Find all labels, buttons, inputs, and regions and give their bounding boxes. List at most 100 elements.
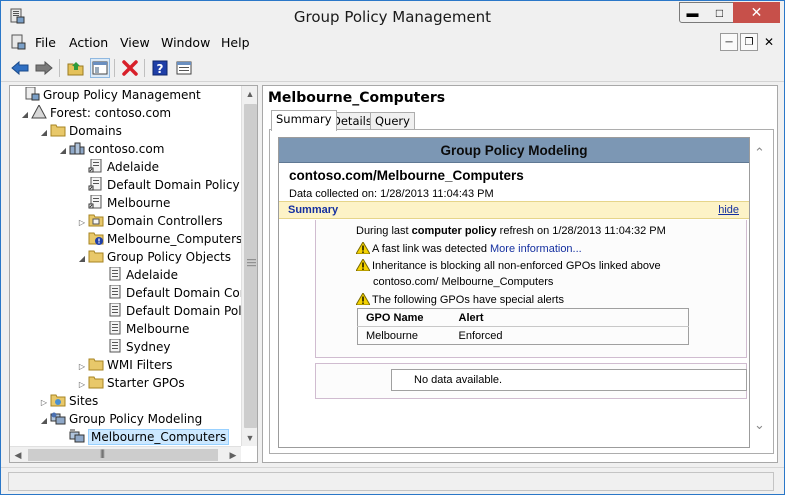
report-scrollbar[interactable]: ⌃ ⌄ bbox=[751, 137, 768, 448]
tree-node-forest[interactable]: ◢ Forest: contoso.com bbox=[19, 104, 171, 122]
tree-node-gpm-root[interactable]: Group Policy Management bbox=[12, 86, 201, 104]
no-data-section: No data available. bbox=[315, 363, 747, 399]
more-information-link[interactable]: More information... bbox=[490, 243, 582, 255]
menu-file[interactable]: File bbox=[35, 35, 56, 50]
scroll-up-icon[interactable]: ▲ bbox=[242, 86, 257, 102]
gpo-link-icon bbox=[88, 195, 102, 209]
menu-action[interactable]: Action bbox=[69, 35, 108, 50]
console-tree[interactable]: Group Policy Management ◢ Forest: contoso… bbox=[9, 85, 258, 463]
gpo-icon bbox=[109, 321, 121, 335]
tree-node-wmi-filters[interactable]: ▷ WMI Filters bbox=[76, 356, 173, 374]
tree-vertical-scrollbar[interactable]: ▲ — — — ▼ bbox=[241, 86, 257, 446]
tree-node-ou-melbourne-computers[interactable]: Melbourne_Computers bbox=[76, 230, 242, 248]
scroll-thumb[interactable] bbox=[28, 449, 218, 461]
alert-fast-link: A fast link was detected More informatio… bbox=[356, 242, 582, 255]
tab-summary[interactable]: Summary bbox=[271, 110, 337, 131]
cell-gpo-name: Melbourne bbox=[366, 329, 418, 342]
table-row: Melbourne Enforced bbox=[358, 327, 689, 345]
forest-icon bbox=[31, 105, 47, 119]
report-subtitle: contoso.com/Melbourne_Computers bbox=[289, 168, 524, 183]
alert-special-gpos: The following GPOs have special alerts bbox=[356, 293, 564, 306]
scroll-up-icon[interactable]: ⌃ bbox=[751, 145, 768, 161]
scroll-down-icon[interactable]: ⌄ bbox=[751, 417, 768, 433]
up-folder-icon bbox=[67, 62, 84, 76]
tree-node-gpo-default-domain-controllers[interactable]: Default Domain Cont bbox=[95, 284, 252, 302]
tree-node-domain-contoso[interactable]: ◢ contoso.com bbox=[57, 140, 165, 160]
back-button[interactable] bbox=[10, 58, 30, 78]
forward-button[interactable] bbox=[34, 58, 54, 78]
tab-query[interactable]: Query bbox=[370, 112, 415, 130]
hide-link[interactable]: hide bbox=[718, 204, 739, 216]
minimize-button[interactable]: ▬ bbox=[679, 2, 706, 23]
window-title: Group Policy Management bbox=[293, 8, 492, 26]
folder-icon bbox=[88, 250, 104, 263]
gpo-icon bbox=[109, 303, 121, 317]
close-button[interactable]: ✕ bbox=[733, 2, 780, 23]
domain-icon bbox=[69, 142, 85, 155]
toolbar-separator bbox=[114, 59, 115, 77]
tree-node-link-default-domain-policy[interactable]: Default Domain Policy bbox=[76, 176, 240, 194]
properties-icon bbox=[176, 61, 192, 75]
grip-icon: — — — bbox=[247, 254, 256, 270]
menu-help[interactable]: Help bbox=[221, 35, 250, 50]
gpo-link-icon bbox=[88, 159, 102, 173]
gpo-icon bbox=[109, 339, 121, 353]
warning-icon bbox=[356, 242, 370, 254]
svg-text:?: ? bbox=[157, 62, 164, 76]
tree-horizontal-scrollbar[interactable]: ◀ ||| ▶ bbox=[10, 446, 241, 462]
collapse-arrow-icon[interactable]: ◢ bbox=[19, 106, 31, 124]
title-bar[interactable]: Group Policy Management ▬ □ ✕ bbox=[1, 1, 784, 31]
up-folder-button[interactable] bbox=[66, 58, 86, 78]
tree-node-gpo-default-domain-policy[interactable]: Default Domain Polic bbox=[95, 302, 251, 320]
tree-node-domain-controllers[interactable]: ▷ Domain Controllers bbox=[76, 212, 223, 230]
tree-node-domains[interactable]: ◢ Domains bbox=[38, 122, 122, 140]
mmc-console-icon[interactable] bbox=[10, 34, 26, 50]
tree-node-link-melbourne[interactable]: Melbourne bbox=[76, 194, 170, 212]
collapse-arrow-icon[interactable]: ◢ bbox=[38, 124, 50, 142]
tree-node-starter-gpos[interactable]: ▷ Starter GPOs bbox=[76, 374, 185, 392]
summary-section-title: Summary bbox=[288, 204, 339, 216]
properties-button[interactable] bbox=[174, 58, 194, 78]
child-close-button[interactable]: ✕ bbox=[760, 33, 778, 51]
collapse-arrow-icon[interactable]: ◢ bbox=[38, 412, 50, 430]
tree-node-gpo-sydney[interactable]: Sydney bbox=[95, 338, 170, 356]
summary-section-bar: Summary hide bbox=[279, 201, 749, 219]
modeling-icon bbox=[50, 412, 66, 425]
tree-node-gpo-adelaide[interactable]: Adelaide bbox=[95, 266, 178, 284]
collapse-arrow-icon[interactable]: ◢ bbox=[76, 250, 88, 268]
show-hide-tree-icon bbox=[92, 61, 108, 75]
show-hide-tree-button[interactable] bbox=[90, 58, 110, 78]
maximize-button[interactable]: □ bbox=[706, 2, 733, 23]
forward-icon bbox=[35, 61, 53, 75]
tree-node-link-adelaide[interactable]: Adelaide bbox=[76, 158, 159, 176]
tree-node-sites[interactable]: ▷ Sites bbox=[38, 392, 98, 410]
back-icon bbox=[11, 61, 29, 75]
sites-icon bbox=[50, 394, 66, 407]
scroll-down-icon[interactable]: ▼ bbox=[242, 430, 257, 446]
menu-window[interactable]: Window bbox=[161, 35, 210, 50]
tree-node-modeling-melbourne-computers[interactable]: Melbourne_Computers bbox=[57, 428, 230, 446]
collapse-arrow-icon[interactable]: ◢ bbox=[57, 142, 69, 160]
menu-view[interactable]: View bbox=[120, 35, 150, 50]
scroll-left-icon[interactable]: ◀ bbox=[10, 447, 26, 462]
warning-icon bbox=[356, 259, 370, 271]
help-button[interactable]: ? bbox=[150, 58, 170, 78]
gpo-icon bbox=[109, 267, 121, 281]
folder-icon bbox=[88, 376, 104, 389]
report-header: Group Policy Modeling bbox=[279, 138, 749, 163]
tree-node-group-policy-objects[interactable]: ◢ Group Policy Objects bbox=[76, 248, 231, 266]
toolbar-separator bbox=[144, 59, 145, 77]
alert-inheritance-blocking: Inheritance is blocking all non-enforced… bbox=[356, 259, 661, 272]
status-field bbox=[8, 472, 774, 491]
gpo-icon bbox=[109, 285, 121, 299]
child-minimize-button[interactable]: ─ bbox=[720, 33, 738, 51]
child-restore-button[interactable]: ❐ bbox=[740, 33, 758, 51]
delete-button[interactable] bbox=[120, 58, 140, 78]
toolbar: ? bbox=[1, 54, 784, 82]
summary-body: During last computer policy refresh on 1… bbox=[315, 220, 747, 358]
tree-node-group-policy-modeling[interactable]: ◢ Group Policy Modeling bbox=[38, 410, 202, 428]
report-date: Data collected on: 1/28/2013 11:04:43 PM bbox=[289, 188, 494, 200]
table-header-row: GPO Name Alert bbox=[357, 308, 689, 327]
tree-node-gpo-melbourne[interactable]: Melbourne bbox=[95, 320, 189, 338]
scroll-right-icon[interactable]: ▶ bbox=[225, 447, 241, 462]
